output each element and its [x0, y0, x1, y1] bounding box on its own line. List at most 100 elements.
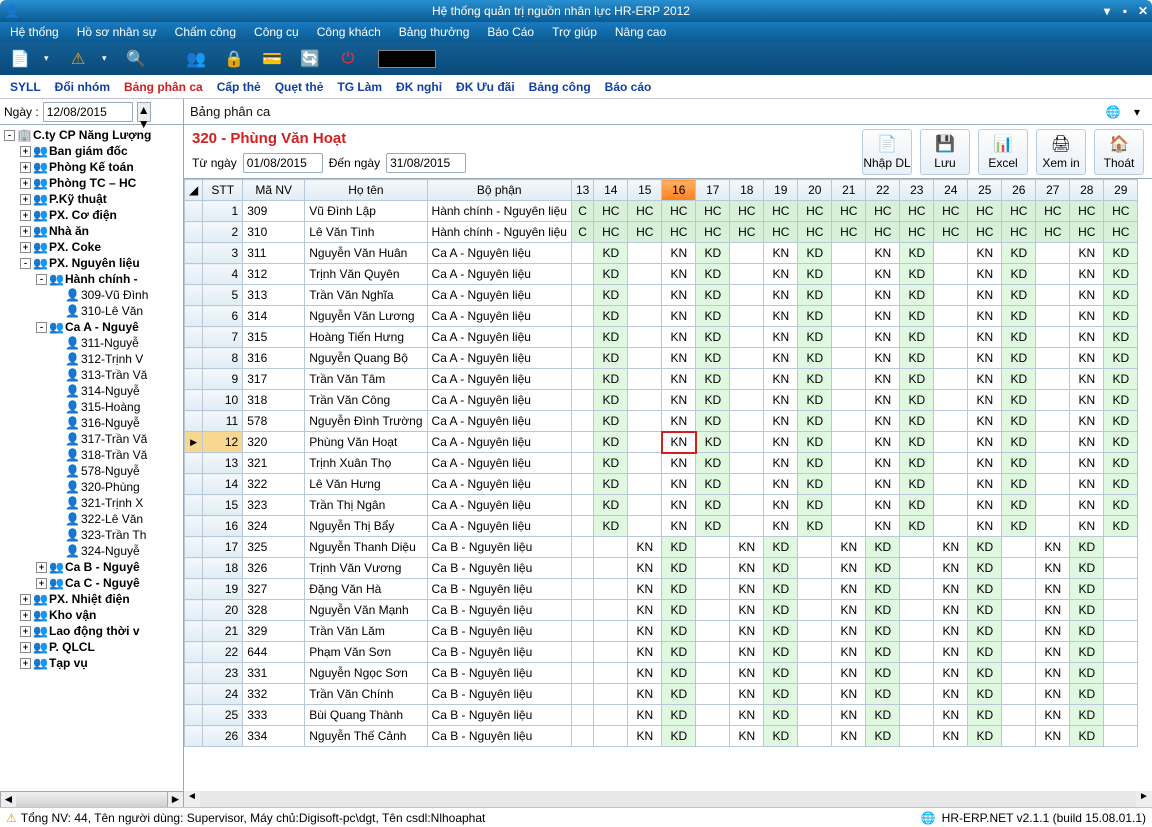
shift-cell[interactable]: KN [662, 516, 696, 537]
shift-cell[interactable] [571, 495, 593, 516]
col-header[interactable]: 14 [594, 180, 628, 201]
menu-Công cụ[interactable]: Công cụ [254, 25, 299, 39]
shift-cell[interactable] [696, 684, 730, 705]
tree-node[interactable]: +👥P. QLCL [0, 639, 183, 655]
shift-cell[interactable]: KN [662, 432, 696, 453]
shift-cell[interactable]: KD [594, 516, 628, 537]
shift-cell[interactable]: KD [798, 306, 832, 327]
shift-cell[interactable]: KN [1070, 411, 1104, 432]
shift-cell[interactable]: KN [662, 369, 696, 390]
shift-cell[interactable]: KN [764, 243, 798, 264]
shift-cell[interactable]: KN [662, 327, 696, 348]
tree-node[interactable]: +👥Tạp vụ [0, 655, 183, 671]
shift-cell[interactable] [934, 516, 968, 537]
shift-cell[interactable] [628, 264, 662, 285]
tab-Cấp thẻ[interactable]: Cấp thẻ [217, 80, 261, 94]
table-row[interactable]: 7315Hoàng Tiến HưngCa A - Nguyên liệuKDK… [185, 327, 1138, 348]
tab-Báo cáo[interactable]: Báo cáo [605, 80, 652, 94]
shift-cell[interactable]: KN [628, 642, 662, 663]
shift-cell[interactable] [1104, 537, 1138, 558]
shift-cell[interactable]: KD [1070, 663, 1104, 684]
shift-cell[interactable]: KD [866, 663, 900, 684]
shift-cell[interactable] [832, 285, 866, 306]
shift-cell[interactable] [571, 474, 593, 495]
shift-cell[interactable] [832, 243, 866, 264]
shift-cell[interactable] [1036, 348, 1070, 369]
col-header[interactable]: 16 [662, 180, 696, 201]
shift-cell[interactable]: KD [764, 558, 798, 579]
shift-cell[interactable]: KD [1002, 327, 1036, 348]
table-row[interactable]: 17325Nguyễn Thanh DiệuCa B - Nguyên liệu… [185, 537, 1138, 558]
shift-cell[interactable]: C [571, 201, 593, 222]
col-header[interactable]: 27 [1036, 180, 1070, 201]
table-row[interactable]: 11578Nguyễn Đình TrườngCa A - Nguyên liệ… [185, 411, 1138, 432]
shift-cell[interactable]: KN [628, 537, 662, 558]
shift-cell[interactable]: KN [866, 348, 900, 369]
shift-cell[interactable]: KN [934, 684, 968, 705]
shift-cell[interactable]: KD [968, 642, 1002, 663]
shift-cell[interactable]: KD [968, 558, 1002, 579]
shift-cell[interactable] [1002, 642, 1036, 663]
shift-cell[interactable] [798, 642, 832, 663]
table-row[interactable]: 1309Vũ Đình LậpHành chính - Nguyên liệuC… [185, 201, 1138, 222]
shift-cell[interactable]: KD [594, 390, 628, 411]
shift-cell[interactable]: KD [900, 390, 934, 411]
shift-cell[interactable] [1104, 642, 1138, 663]
shift-cell[interactable]: KN [934, 600, 968, 621]
tree-node[interactable]: +👥P.Kỹ thuật [0, 191, 183, 207]
tree-node[interactable]: +👥PX. Cơ điện [0, 207, 183, 223]
shift-cell[interactable]: KD [662, 537, 696, 558]
shift-cell[interactable] [571, 327, 593, 348]
shift-cell[interactable]: KN [730, 600, 764, 621]
shift-cell[interactable]: KD [594, 369, 628, 390]
shift-cell[interactable] [900, 642, 934, 663]
shift-cell[interactable]: KD [968, 705, 1002, 726]
shift-cell[interactable]: KD [798, 285, 832, 306]
shift-cell[interactable]: KD [900, 369, 934, 390]
shift-cell[interactable] [730, 516, 764, 537]
shift-cell[interactable] [832, 411, 866, 432]
shift-cell[interactable]: KN [832, 600, 866, 621]
shift-cell[interactable]: KD [696, 411, 730, 432]
shift-cell[interactable] [571, 285, 593, 306]
shift-cell[interactable] [696, 726, 730, 747]
org-tree[interactable]: -🏢C.ty CP Năng Lượng+👥Ban giám đốc+👥Phòn… [0, 125, 183, 791]
shift-cell[interactable] [900, 726, 934, 747]
menu-Báo Cáo[interactable]: Báo Cáo [487, 25, 534, 39]
tab-SYLL[interactable]: SYLL [10, 80, 41, 94]
shift-cell[interactable]: KN [968, 411, 1002, 432]
shift-cell[interactable]: KD [662, 621, 696, 642]
shift-cell[interactable]: KN [662, 264, 696, 285]
shift-cell[interactable]: KD [968, 684, 1002, 705]
shift-cell[interactable]: HC [696, 201, 730, 222]
shift-cell[interactable]: KN [968, 369, 1002, 390]
shift-cell[interactable]: KN [730, 684, 764, 705]
shift-cell[interactable]: KN [1070, 474, 1104, 495]
tree-node[interactable]: 👤309-Vũ Đình [0, 287, 183, 303]
tree-node[interactable]: 👤316-Nguyễ [0, 415, 183, 431]
shift-cell[interactable]: KN [662, 285, 696, 306]
shift-cell[interactable] [1002, 537, 1036, 558]
shift-cell[interactable]: KN [866, 516, 900, 537]
shift-cell[interactable] [571, 621, 593, 642]
shift-cell[interactable]: KN [662, 411, 696, 432]
shift-cell[interactable]: KD [662, 579, 696, 600]
tab-Quẹt thẻ[interactable]: Quẹt thẻ [275, 80, 324, 94]
shift-cell[interactable]: KD [1002, 348, 1036, 369]
shift-cell[interactable]: HC [832, 201, 866, 222]
tab-Bảng công[interactable]: Bảng công [529, 80, 591, 94]
table-row[interactable]: 2310Lê Văn TìnhHành chính - Nguyên liệuC… [185, 222, 1138, 243]
shift-cell[interactable] [594, 684, 628, 705]
shift-cell[interactable]: KN [1070, 285, 1104, 306]
shift-cell[interactable] [934, 327, 968, 348]
shift-cell[interactable]: KD [662, 663, 696, 684]
table-row[interactable]: ▶12320Phùng Văn HoạtCa A - Nguyên liệuKD… [185, 432, 1138, 453]
tree-node[interactable]: 👤313-Trần Vă [0, 367, 183, 383]
shift-cell[interactable]: KD [866, 558, 900, 579]
tree-node[interactable]: +👥PX. Coke [0, 239, 183, 255]
users-icon[interactable]: 👥 [182, 47, 210, 71]
shift-cell[interactable]: KD [696, 285, 730, 306]
shift-cell[interactable]: KN [628, 705, 662, 726]
col-header[interactable]: 17 [696, 180, 730, 201]
shift-cell[interactable]: KN [832, 705, 866, 726]
